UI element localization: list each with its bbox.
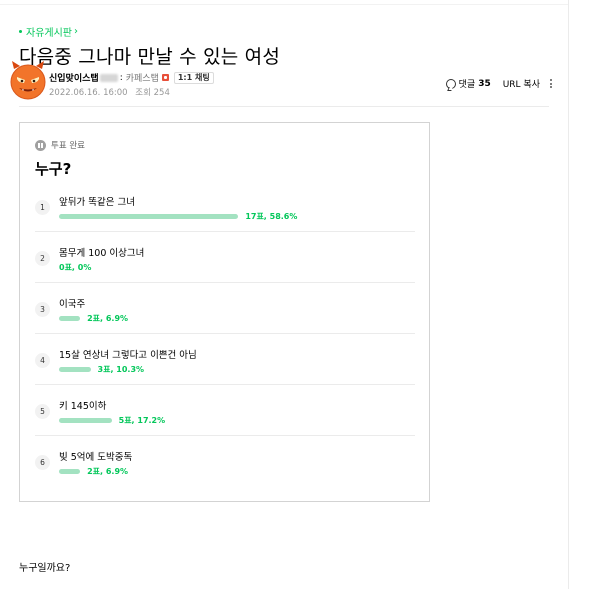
option-number: 3 xyxy=(35,302,50,317)
option-text: 15살 연상녀 그렇다고 이쁜건 아님 xyxy=(59,350,197,361)
poll-option[interactable]: 5 키 145이하 5표, 17.2% xyxy=(35,385,415,436)
staff-badge-icon xyxy=(161,74,169,81)
chat-button[interactable]: 1:1 채팅 xyxy=(173,71,214,84)
option-result: 2표, 6.9% xyxy=(87,467,129,476)
option-result-row: 2표, 6.9% xyxy=(59,313,128,324)
author-name[interactable]: 신입맞이스탭 xyxy=(49,71,99,84)
option-result-row: 2표, 6.9% xyxy=(59,466,128,477)
option-text: 앞뒤가 똑같은 그녀 xyxy=(59,197,135,208)
vertical-dots-icon[interactable] xyxy=(550,79,552,88)
post-body: 누구일까요? xyxy=(19,563,71,574)
pause-circle-icon xyxy=(35,139,46,151)
author-separator: : xyxy=(119,72,123,83)
url-copy-button[interactable]: URL 복사 xyxy=(503,77,540,90)
option-bar xyxy=(59,214,239,219)
option-text: 키 145이하 xyxy=(59,401,107,412)
comment-label[interactable]: 댓글 xyxy=(459,77,476,90)
option-text: 빚 5억에 도박중독 xyxy=(59,452,133,463)
post-views: 조회 254 xyxy=(135,88,170,98)
poll-option[interactable]: 2 몸무게 100 이상그녀 0표, 0% xyxy=(35,232,415,283)
option-number: 2 xyxy=(35,251,50,266)
frame-top-border xyxy=(0,4,568,5)
option-number: 1 xyxy=(35,200,50,215)
poll-status-label: 투표 완료 xyxy=(51,141,85,151)
author-grade: 카페스탭 xyxy=(125,74,159,84)
board-dot-icon xyxy=(19,30,22,33)
poll-option[interactable]: 1 앞뒤가 똑같은 그녀 17표, 58.6% xyxy=(35,181,415,232)
option-number: 5 xyxy=(35,404,50,419)
speech-bubble-icon[interactable] xyxy=(445,78,456,89)
post-date: 2022.06.16. 16:00 xyxy=(49,88,128,98)
option-bar xyxy=(59,316,81,321)
option-bar xyxy=(59,469,81,474)
option-result: 5표, 17.2% xyxy=(118,416,166,425)
option-result: 0표, 0% xyxy=(59,263,92,272)
option-text: 몸무게 100 이상그녀 xyxy=(59,248,145,259)
chevron-right-icon: › xyxy=(74,26,78,37)
poll-option[interactable]: 4 15살 연상녀 그렇다고 이쁜건 아님 3표, 10.3% xyxy=(35,334,415,385)
comment-count[interactable]: 35 xyxy=(478,79,491,89)
header-divider xyxy=(19,106,549,107)
poll-option[interactable]: 3 이국주 2표, 6.9% xyxy=(35,283,415,334)
option-result-row: 5표, 17.2% xyxy=(59,415,165,426)
board-name: 자유게시판 xyxy=(26,28,72,39)
option-result-row: 0표, 0% xyxy=(59,262,91,273)
option-text: 이국주 xyxy=(59,299,86,310)
frame-right-border xyxy=(568,0,569,589)
poll-option[interactable]: 6 빚 5억에 도박중독 2표, 6.9% xyxy=(35,436,415,487)
option-result-row: 17표, 58.6% xyxy=(59,211,297,222)
option-result: 3표, 10.3% xyxy=(97,365,145,374)
devil-face-icon[interactable] xyxy=(8,60,48,100)
option-number: 4 xyxy=(35,353,50,368)
option-result: 17표, 58.6% xyxy=(245,212,298,221)
option-result: 2표, 6.9% xyxy=(87,314,129,323)
post-actions: 댓글 35 URL 복사 xyxy=(445,77,552,90)
board-link[interactable]: 자유게시판 › xyxy=(19,24,78,39)
option-number: 6 xyxy=(35,455,50,470)
post-title: 다음중 그나마 만날 수 있는 여성 xyxy=(19,46,281,68)
poll-options: 1 앞뒤가 똑같은 그녀 17표, 58.6% 2 몸무게 100 이상그녀 0… xyxy=(35,181,415,487)
option-bar xyxy=(59,418,112,423)
post-meta: 2022.06.16. 16:00 조회 254 xyxy=(49,86,170,98)
option-bar xyxy=(59,367,91,372)
author-name-blur xyxy=(99,73,118,82)
poll-box: 투표 완료 누구? 1 앞뒤가 똑같은 그녀 17표, 58.6% 2 몸무게 … xyxy=(19,122,430,502)
poll-question: 누구? xyxy=(35,160,72,178)
author-info: 신입맞이스탭 : 카페스탭 1:1 채팅 xyxy=(49,71,214,84)
option-result-row: 3표, 10.3% xyxy=(59,364,144,375)
poll-status: 투표 완료 xyxy=(35,139,85,151)
